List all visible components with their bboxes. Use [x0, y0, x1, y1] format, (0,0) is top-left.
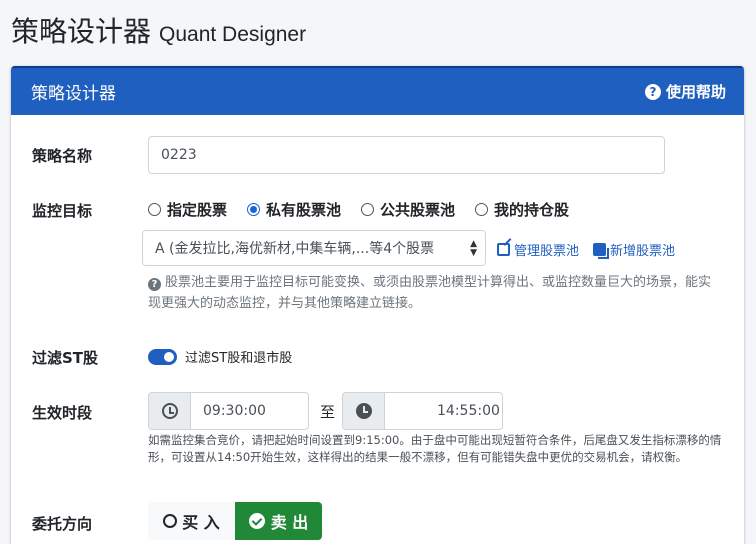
strategy-name-label: 策略名称 — [32, 147, 93, 165]
time-hint: 如需监控集合竞价，请把起始时间设置到9:15:00。由于盘中可能出现短暂符合条件… — [148, 433, 722, 464]
help-label: 使用帮助 — [665, 83, 726, 101]
radio-circle — [148, 203, 161, 216]
time-separator: 至 — [320, 403, 336, 421]
radio-label: 指定股票 — [167, 201, 228, 219]
radio-label: 我的持仓股 — [494, 201, 570, 219]
page-title-main: 策略设计器 — [11, 15, 152, 48]
radio-label: 私有股票池 — [266, 201, 342, 219]
filter-st-label: 过滤ST股 — [32, 349, 99, 367]
buy-button[interactable]: 买 入 — [148, 502, 235, 540]
radio-circle-checked — [247, 203, 261, 216]
filter-st-toggle[interactable]: 过滤ST股和退市股 — [148, 347, 292, 366]
strategy-name-value: 0223 — [161, 147, 197, 163]
toggle-switch[interactable] — [148, 348, 177, 365]
start-time-addon — [148, 392, 190, 430]
end-time-group: 14:55:00 — [342, 392, 503, 430]
radio-public-pool[interactable]: 公共股票池 — [361, 199, 455, 220]
manage-pool-link[interactable]: 管理股票池 — [497, 240, 579, 259]
page-title: 策略设计器 Quant Designer — [11, 10, 307, 48]
stock-pool-select[interactable]: A (金发拉比,海优新材,中集车辆,...等4个股票 ▲ ▼ — [142, 230, 486, 266]
clock-solid-icon — [355, 403, 372, 419]
card-title: 策略设计器 — [31, 84, 116, 104]
end-time-addon — [342, 392, 384, 430]
clone-icon — [593, 243, 610, 259]
check-circle-icon — [248, 513, 265, 529]
pool-hint-text: 股票池主要用于监控目标可能变换、或须由股票池模型计算得出、或监控数量巨大的场景，… — [148, 275, 712, 311]
strategy-name-input[interactable]: 0223 — [148, 136, 665, 174]
sell-button[interactable]: 卖 出 — [235, 502, 322, 540]
monitor-target-radios: 指定股票 私有股票池 公共股票池 我的持仓股 — [148, 199, 589, 220]
edit-icon — [497, 243, 510, 256]
page-title-sub: Quant Designer — [159, 23, 307, 46]
stock-pool-select-value: A (金发拉比,海优新材,中集车辆,...等4个股票 — [155, 241, 435, 257]
card-header: 策略设计器 ? 使用帮助 — [11, 66, 744, 115]
add-pool-link[interactable]: 新增股票池 — [593, 240, 675, 259]
radio-private-pool[interactable]: 私有股票池 — [247, 199, 341, 220]
end-time-input[interactable]: 14:55:00 — [384, 392, 503, 430]
order-direction-group: 买 入 卖 出 — [148, 502, 322, 540]
filter-st-toggle-label: 过滤ST股和退市股 — [185, 351, 293, 366]
start-time-input[interactable]: 09:30:00 — [190, 392, 309, 430]
clock-icon — [161, 403, 178, 419]
sell-label: 卖 出 — [270, 513, 309, 532]
question-circle-icon: ? — [148, 278, 161, 291]
pool-links: 管理股票池 新增股票池 — [497, 240, 689, 259]
help-link[interactable]: ? 使用帮助 — [644, 81, 726, 102]
circle-icon — [163, 514, 178, 528]
question-circle-icon: ? — [644, 83, 661, 100]
radio-circle — [475, 203, 489, 216]
radio-circle — [361, 203, 375, 216]
radio-label: 公共股票池 — [380, 201, 456, 219]
radio-my-holdings[interactable]: 我的持仓股 — [475, 199, 569, 220]
add-pool-label: 新增股票池 — [610, 244, 676, 259]
select-caret-icon: ▲ ▼ — [470, 239, 477, 258]
monitor-target-label: 监控目标 — [32, 202, 93, 220]
manage-pool-label: 管理股票池 — [514, 244, 580, 259]
designer-card: 策略设计器 ? 使用帮助 策略名称 0223 监控目标 指定股票 私有股票池 公… — [11, 66, 744, 544]
radio-specified-stock[interactable]: 指定股票 — [148, 199, 227, 220]
start-time-group: 09:30:00 — [148, 392, 309, 430]
order-direction-label: 委托方向 — [32, 515, 93, 533]
effective-period-label: 生效时段 — [32, 404, 93, 422]
buy-label: 买 入 — [182, 513, 220, 532]
pool-hint: ? 股票池主要用于监控目标可能变换、或须由股票池模型计算得出、或监控数量巨大的场景… — [148, 272, 723, 314]
